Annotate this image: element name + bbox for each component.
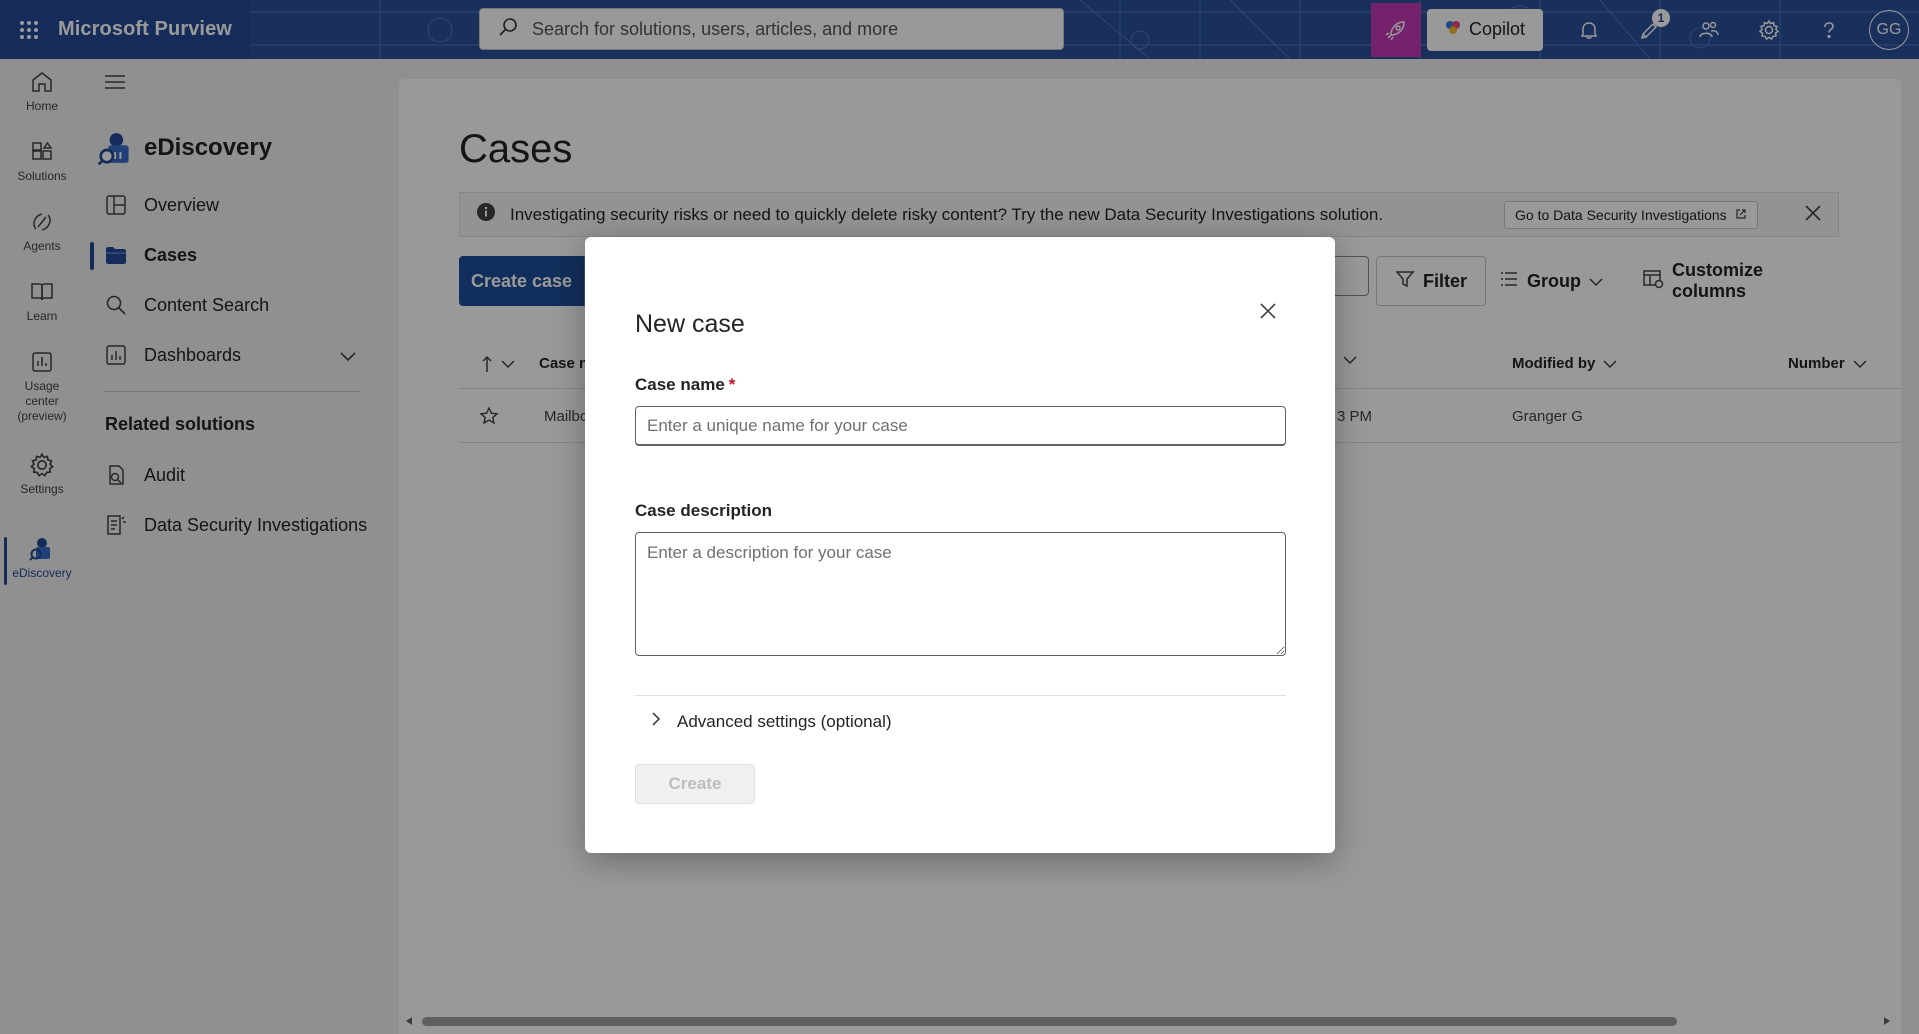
chevron-right-icon	[651, 711, 661, 732]
advanced-settings-toggle[interactable]: Advanced settings (optional)	[651, 711, 892, 732]
close-icon[interactable]	[1254, 297, 1282, 325]
case-description-label: Case description	[635, 501, 772, 520]
required-indicator: *	[728, 375, 736, 394]
create-button[interactable]: Create	[635, 764, 755, 804]
label-text: Case name	[635, 375, 725, 394]
new-case-dialog: New case Case name* Case description Adv…	[585, 237, 1335, 853]
advanced-settings-label: Advanced settings (optional)	[677, 711, 892, 731]
case-name-label: Case name *	[635, 375, 735, 395]
dialog-title: New case	[635, 310, 745, 338]
dialog-divider	[635, 695, 1286, 696]
case-name-input[interactable]	[635, 406, 1286, 446]
case-description-input[interactable]	[635, 532, 1286, 656]
